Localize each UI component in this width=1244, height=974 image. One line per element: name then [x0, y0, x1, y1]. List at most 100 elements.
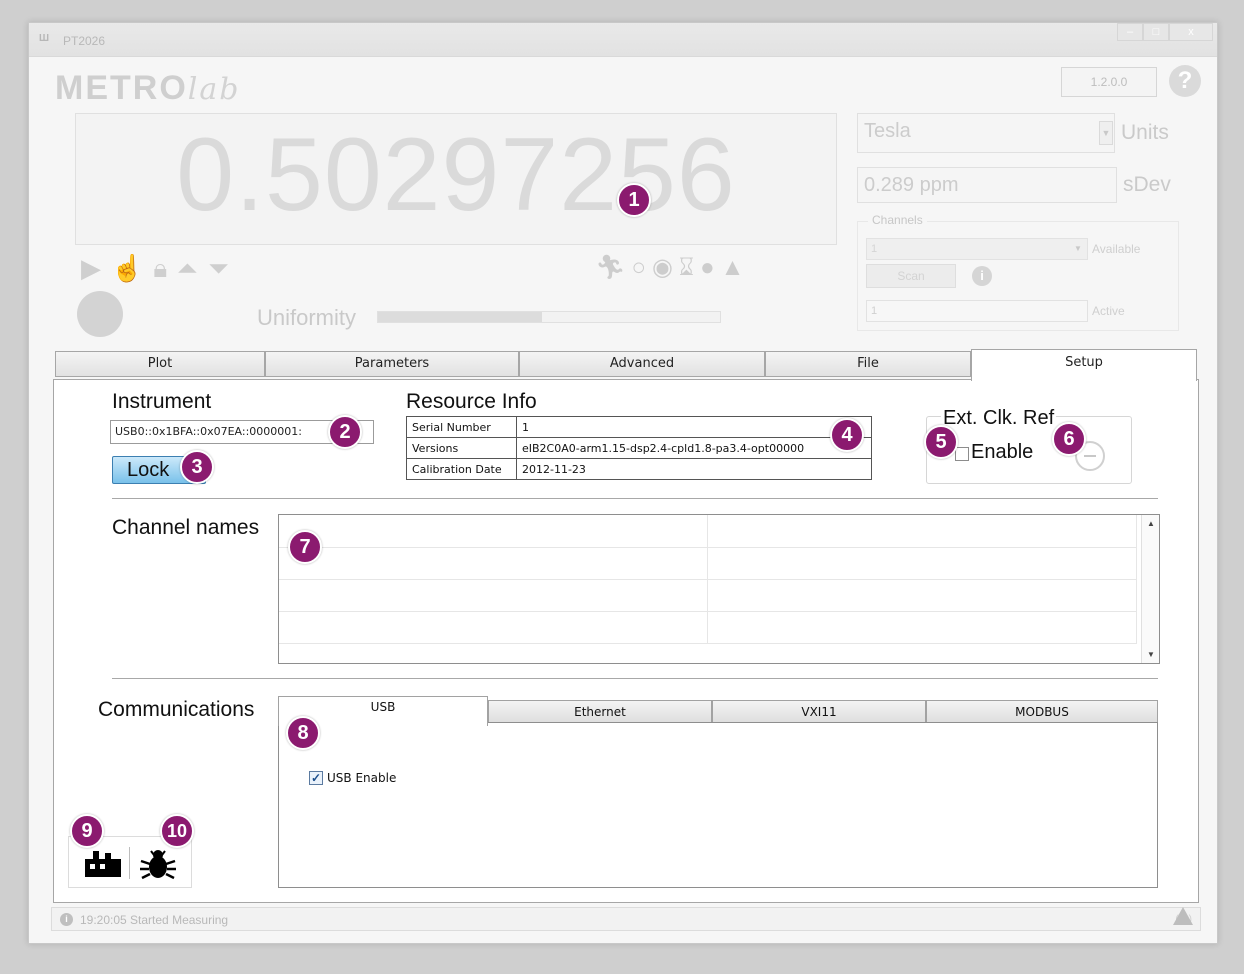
scan-button[interactable]: Scan	[866, 264, 956, 288]
annotation-badge: 6	[1052, 422, 1086, 456]
resource-info-table: Serial Number 1 Versions eIB2C0A0-arm1.15-…	[406, 416, 872, 480]
table-cell[interactable]	[279, 547, 708, 580]
annotation-badge: 7	[288, 530, 322, 564]
logo-italic: lab	[187, 72, 241, 107]
tab-advanced[interactable]: Advanced	[519, 351, 765, 377]
info-icon[interactable]: i	[972, 266, 992, 286]
table-row: Serial Number 1	[406, 416, 872, 438]
app-icon: Ш	[39, 33, 50, 44]
units-label: Units	[1121, 121, 1169, 144]
annotation-badge: 1	[617, 183, 651, 217]
lock-icon[interactable]: 🔒︎	[153, 253, 167, 283]
communications-label: Communications	[98, 698, 255, 721]
warning-icon[interactable]	[1173, 907, 1193, 925]
hourglass-icon: ⌛︎	[678, 254, 695, 281]
help-icon[interactable]: ?	[1169, 65, 1201, 97]
table-cell[interactable]	[707, 579, 1137, 612]
ext-enable-checkbox[interactable]	[955, 447, 969, 461]
chevron-down-icon[interactable]: ▼	[1070, 240, 1086, 258]
tab-ethernet[interactable]: Ethernet	[488, 700, 712, 724]
table-cell: eIB2C0A0-arm1.15-dsp2.4-cpld1.8-pa3.4-op…	[516, 437, 872, 459]
main-tabs: Plot Parameters Advanced File Setup	[55, 349, 1199, 381]
sdev-label: sDev	[1123, 173, 1171, 196]
divider	[112, 498, 1158, 499]
search-down-icon[interactable]: ⏷	[208, 253, 229, 283]
channels-group: Channels 1 ▼ Available Scan i 1 Active	[857, 213, 1179, 331]
search-icon: ○	[631, 254, 646, 281]
tab-plot[interactable]: Plot	[55, 351, 265, 377]
annotation-badge: 8	[286, 716, 320, 750]
window-controls: – □ x	[1117, 23, 1213, 41]
table-row: Versions eIB2C0A0-arm1.15-dsp2.4-cpld1.8-…	[406, 437, 872, 459]
sdev-field: 0.289 ppm	[857, 167, 1117, 203]
minimize-button[interactable]: –	[1117, 23, 1143, 41]
units-dropdown-icon[interactable]: ▼	[1099, 121, 1113, 145]
channels-legend: Channels	[868, 213, 927, 227]
channel-names-label: Channel names	[112, 516, 260, 539]
instrument-label: Instrument	[112, 390, 212, 413]
table-row	[279, 611, 1137, 644]
table-row	[279, 515, 1137, 548]
play-icon[interactable]: ▶	[81, 253, 101, 283]
resource-info-label: Resource Info	[406, 390, 537, 413]
search-up-icon[interactable]: ⏶	[177, 253, 198, 283]
channel-select[interactable]: 1	[866, 238, 1088, 260]
scroll-up-icon[interactable]: ▲	[1142, 519, 1160, 528]
vertical-scrollbar[interactable]: ▲ ▼	[1141, 515, 1159, 663]
table-cell[interactable]	[707, 515, 1137, 548]
bug-icon[interactable]	[139, 847, 177, 881]
annotation-badge: 2	[328, 415, 362, 449]
table-cell[interactable]	[707, 547, 1137, 580]
version-label: 1.2.0.0	[1061, 67, 1157, 97]
table-cell: 1	[516, 416, 872, 438]
ext-enable-label: Enable	[971, 441, 1034, 463]
metrolab-logo: METROlab	[55, 69, 240, 108]
tab-vxi11[interactable]: VXI11	[712, 700, 926, 724]
divider	[129, 847, 130, 879]
active-channel-field[interactable]: 1	[866, 300, 1088, 322]
control-toolbar: ▶ ☝ 🔒︎ ⏶ ⏷	[81, 253, 229, 283]
units-select[interactable]: Tesla	[857, 113, 1115, 153]
tab-modbus[interactable]: MODBUS	[926, 700, 1158, 724]
active-label: Active	[1092, 304, 1125, 318]
ext-clk-ref-group: Ext. Clk. Ref Enable	[926, 407, 1132, 484]
communications-tabs: USB Ethernet VXI11 MODBUS	[278, 696, 1158, 726]
table-cell: 2012-11-23	[516, 458, 872, 480]
uniformity-label: Uniformity	[257, 305, 357, 330]
running-icon: 🏃︎	[595, 254, 626, 281]
scroll-down-icon[interactable]: ▼	[1142, 650, 1160, 659]
maximize-button[interactable]: □	[1143, 23, 1169, 41]
channel-names-grid[interactable]: ▲ ▼	[278, 514, 1160, 664]
table-cell[interactable]	[279, 515, 708, 548]
usb-panel: ✓ USB Enable	[278, 722, 1158, 888]
table-cell[interactable]	[707, 611, 1137, 644]
tab-parameters[interactable]: Parameters	[265, 351, 519, 377]
table-row: Calibration Date 2012-11-23	[406, 458, 872, 480]
uniformity-bar	[377, 311, 721, 323]
available-label: Available	[1092, 242, 1141, 256]
status-led	[77, 291, 123, 337]
tab-setup[interactable]: Setup	[971, 349, 1197, 381]
warning-icon: ▲	[720, 254, 745, 281]
field-reading: 0.50297256	[176, 117, 736, 233]
uniformity-fill	[378, 312, 543, 322]
table-cell: Versions	[406, 437, 517, 459]
title-bar: Ш PT2026 – □ x	[29, 23, 1217, 57]
logo-text: METRO	[55, 69, 188, 107]
table-cell: Calibration Date	[406, 458, 517, 480]
usb-enable-checkbox[interactable]: ✓	[309, 771, 323, 785]
gauge-icon: ◉	[651, 254, 673, 281]
table-cell: Serial Number	[406, 416, 517, 438]
touch-icon[interactable]: ☝	[111, 253, 143, 283]
setup-panel: Instrument USB0::0x1BFA::0x07EA::0000001…	[53, 379, 1199, 903]
status-message: 19:20:05 Started Measuring	[80, 913, 229, 927]
factory-icon[interactable]	[85, 851, 121, 877]
table-cell[interactable]	[279, 579, 708, 612]
divider	[112, 678, 1158, 679]
table-cell[interactable]	[279, 611, 708, 644]
app-window: Ш PT2026 – □ x METROlab 1.2.0.0 ? 0.5029…	[28, 22, 1218, 944]
ext-clk-ref-title: Ext. Clk. Ref	[941, 407, 1057, 430]
close-button[interactable]: x	[1169, 23, 1213, 41]
info-icon: i	[60, 913, 73, 926]
tab-file[interactable]: File	[765, 351, 971, 377]
